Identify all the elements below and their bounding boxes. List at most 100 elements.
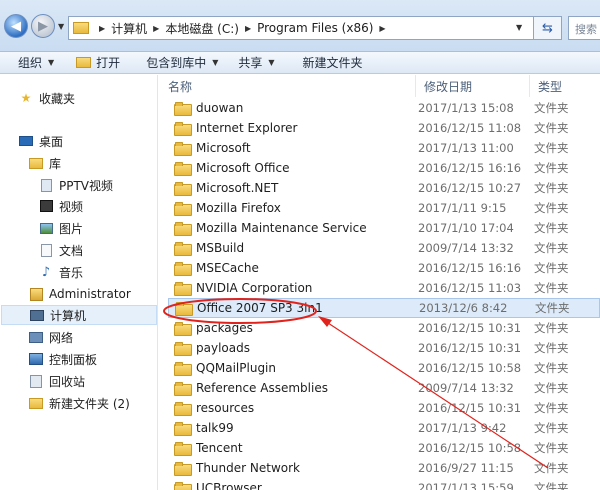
address-bar-row: ◀ ▶ ▼ ▶ 计算机 ▶ 本地磁盘 (C:) ▶ Program Files … <box>0 0 600 52</box>
sidebar-item-control-panel[interactable]: 控制面板 <box>28 349 97 369</box>
chevron-right-icon[interactable]: ▶ <box>153 24 159 33</box>
address-input[interactable]: ▶ 计算机 ▶ 本地磁盘 (C:) ▶ Program Files (x86) … <box>68 16 534 40</box>
column-header-label: 名称 <box>168 79 193 94</box>
sidebar-item-pptv[interactable]: PPTV视频 <box>38 175 113 195</box>
breadcrumb-computer[interactable]: 计算机 <box>111 20 147 37</box>
sidebar-item-administrator[interactable]: Administrator <box>28 284 131 304</box>
file-name: packages <box>196 321 253 335</box>
table-row[interactable]: Internet Explorer 2016/12/15 11:08 文件夹 <box>168 118 600 138</box>
file-date: 2013/12/6 8:42 <box>419 301 508 315</box>
table-row[interactable]: NVIDIA Corporation 2016/12/15 11:03 文件夹 <box>168 278 600 298</box>
file-date: 2016/12/15 10:31 <box>418 321 522 335</box>
file-type: 文件夹 <box>534 161 569 175</box>
table-row[interactable]: resources 2016/12/15 10:31 文件夹 <box>168 398 600 418</box>
file-type: 文件夹 <box>534 221 569 235</box>
folder-icon <box>174 282 192 296</box>
include-in-library-button[interactable]: 包含到库中 ▼ <box>146 52 218 74</box>
table-row[interactable]: Thunder Network 2016/9/27 11:15 文件夹 <box>168 458 600 478</box>
computer-icon <box>29 308 45 322</box>
back-button[interactable]: ◀ <box>4 14 28 38</box>
sidebar-label: 控制面板 <box>49 352 98 367</box>
sidebar-item-pictures[interactable]: 图片 <box>38 218 83 238</box>
chevron-right-icon[interactable]: ▶ <box>379 24 385 33</box>
column-header-name[interactable]: 名称 <box>160 75 416 97</box>
forward-button[interactable]: ▶ <box>31 14 55 38</box>
sidebar-item-music[interactable]: ♪ 音乐 <box>38 262 83 282</box>
file-date: 2017/1/13 15:08 <box>418 101 514 115</box>
file-type: 文件夹 <box>534 241 569 255</box>
table-row[interactable]: Microsoft.NET 2016/12/15 10:27 文件夹 <box>168 178 600 198</box>
sidebar-item-network[interactable]: 网络 <box>28 327 73 347</box>
file-date: 2017/1/11 9:15 <box>418 201 507 215</box>
sidebar-item-new-folder-2[interactable]: 新建文件夹 (2) <box>28 393 130 413</box>
file-type: 文件夹 <box>534 281 569 295</box>
table-row[interactable]: MSBuild 2009/7/14 13:32 文件夹 <box>168 238 600 258</box>
table-row[interactable]: QQMailPlugin 2016/12/15 10:58 文件夹 <box>168 358 600 378</box>
recycle-bin-icon <box>28 374 44 388</box>
file-name: Tencent <box>196 441 243 455</box>
new-folder-label: 新建文件夹 <box>302 56 363 70</box>
file-date: 2017/1/13 15:59 <box>418 481 514 490</box>
file-type: 文件夹 <box>534 141 569 155</box>
library-icon <box>28 156 44 170</box>
column-header-date[interactable]: 修改日期 <box>416 75 530 97</box>
refresh-button[interactable]: ⇆ <box>534 16 562 40</box>
table-row[interactable]: UCBrowser 2017/1/13 15:59 文件夹 <box>168 478 600 490</box>
file-date: 2016/12/15 10:31 <box>418 341 522 355</box>
sidebar-item-favorites[interactable]: ★ 收藏夹 <box>18 88 75 108</box>
column-header-type[interactable]: 类型 <box>530 75 600 97</box>
command-bar: 组织 ▼ 打开 包含到库中 ▼ 共享 ▼ 新建文件夹 <box>0 52 600 74</box>
search-input[interactable]: 搜索 <box>568 16 600 40</box>
sidebar-item-libraries[interactable]: 库 <box>28 153 61 173</box>
table-row[interactable]: Tencent 2016/12/15 10:58 文件夹 <box>168 438 600 458</box>
table-row[interactable]: payloads 2016/12/15 10:31 文件夹 <box>168 338 600 358</box>
recent-pages-dropdown[interactable]: ▼ <box>58 22 64 31</box>
table-row[interactable]: talk99 2017/1/13 9:42 文件夹 <box>168 418 600 438</box>
file-type: 文件夹 <box>534 321 569 335</box>
table-row[interactable]: Mozilla Maintenance Service 2017/1/10 17:… <box>168 218 600 238</box>
file-date: 2009/7/14 13:32 <box>418 381 514 395</box>
address-history-dropdown[interactable]: ▼ <box>516 23 522 32</box>
file-type: 文件夹 <box>534 121 569 135</box>
table-row[interactable]: Microsoft Office 2016/12/15 16:16 文件夹 <box>168 158 600 178</box>
folder-icon <box>174 362 192 376</box>
table-row[interactable]: packages 2016/12/15 10:31 文件夹 <box>168 318 600 338</box>
open-button[interactable]: 打开 <box>76 52 120 74</box>
file-name: Microsoft <box>196 141 251 155</box>
file-name: Mozilla Firefox <box>196 201 281 215</box>
network-icon <box>28 330 44 344</box>
sidebar-item-videos[interactable]: 视频 <box>38 196 83 216</box>
breadcrumb-program-files[interactable]: Program Files (x86) <box>257 21 373 35</box>
table-row[interactable]: MSECache 2016/12/15 16:16 文件夹 <box>168 258 600 278</box>
file-type: 文件夹 <box>534 381 569 395</box>
sidebar-item-recycle-bin[interactable]: 回收站 <box>28 371 85 391</box>
file-list: 名称 修改日期 类型 duowan 2017/1/13 15:08 文件夹 Inter… <box>160 75 600 490</box>
table-row[interactable]: Microsoft 2017/1/13 11:00 文件夹 <box>168 138 600 158</box>
table-row[interactable]: duowan 2017/1/13 15:08 文件夹 <box>168 98 600 118</box>
file-name: Microsoft Office <box>196 161 290 175</box>
new-folder-button[interactable]: 新建文件夹 <box>303 52 363 74</box>
file-name: MSBuild <box>196 241 245 255</box>
folder-icon <box>174 242 192 256</box>
table-row[interactable]: Reference Assemblies 2009/7/14 13:32 文件夹 <box>168 378 600 398</box>
sidebar-item-computer[interactable]: 计算机 <box>1 305 157 325</box>
sidebar-label: 网络 <box>49 330 74 345</box>
file-type: 文件夹 <box>534 261 569 275</box>
folder-icon <box>174 142 192 156</box>
file-name: payloads <box>196 341 250 355</box>
sidebar-item-desktop[interactable]: 桌面 <box>18 131 63 151</box>
film-icon <box>38 199 54 213</box>
share-label: 共享 <box>238 56 263 70</box>
file-name: Reference Assemblies <box>196 381 328 395</box>
table-row[interactable]: Mozilla Firefox 2017/1/11 9:15 文件夹 <box>168 198 600 218</box>
share-button[interactable]: 共享 ▼ <box>238 52 274 74</box>
sidebar-label: Administrator <box>49 287 131 301</box>
breadcrumb-local-disk[interactable]: 本地磁盘 (C:) <box>165 20 239 37</box>
table-row[interactable]: Office 2007 SP3 3in1 2013/12/6 8:42 文件夹 <box>168 298 600 318</box>
desktop-icon <box>18 134 34 148</box>
organize-button[interactable]: 组织 ▼ <box>18 52 54 74</box>
chevron-right-icon[interactable]: ▶ <box>245 24 251 33</box>
chevron-right-icon[interactable]: ▶ <box>99 24 105 33</box>
sidebar-item-documents[interactable]: 文档 <box>38 240 83 260</box>
file-name: MSECache <box>196 261 259 275</box>
